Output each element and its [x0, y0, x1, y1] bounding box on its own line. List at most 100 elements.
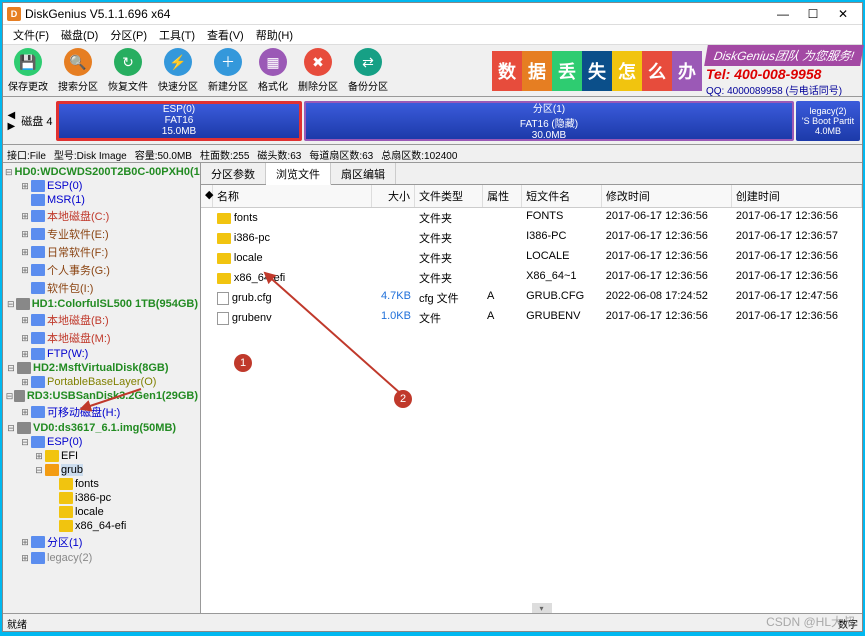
file-size: 1.0KB — [372, 309, 415, 327]
file-size: 4.7KB — [372, 289, 415, 307]
toolbar-btn-4[interactable]: ＋新建分区 — [204, 46, 252, 95]
scroll-hint-icon[interactable]: ▾ — [532, 603, 552, 613]
toolbar-btn-7[interactable]: ⇄备份分区 — [344, 46, 392, 95]
tree-c[interactable]: 本地磁盘(C:) — [47, 208, 109, 224]
maximize-button[interactable]: ☐ — [798, 4, 828, 24]
tree-locale[interactable]: locale — [75, 506, 104, 518]
file-name: i386-pc — [234, 232, 270, 244]
tree-h[interactable]: 可移动磁盘(H:) — [47, 404, 120, 420]
banner-block: 据 — [522, 51, 552, 91]
tree-g[interactable]: 个人事务(G:) — [47, 262, 110, 278]
col-size[interactable]: 大小 — [372, 185, 415, 207]
tab-sector-edit[interactable]: 扇区编辑 — [331, 163, 396, 184]
toolbar-btn-5[interactable]: ▦格式化 — [254, 46, 292, 95]
partition-fz1[interactable]: 分区(1) FAT16 (隐藏) 30.0MB — [304, 101, 794, 141]
file-size — [372, 249, 415, 267]
toolbar-icon: ▦ — [259, 48, 287, 76]
tree-v-esp[interactable]: ESP(0) — [47, 436, 82, 448]
tree-hd1[interactable]: HD1:ColorfulSL500 1TB(954GB) — [32, 298, 198, 310]
toolbar-label: 恢复文件 — [108, 78, 148, 93]
menu-partition[interactable]: 分区(P) — [104, 25, 153, 44]
tab-browse-files[interactable]: 浏览文件 — [266, 163, 331, 185]
toolbar-btn-0[interactable]: 💾保存更改 — [4, 46, 52, 95]
col-type[interactable]: 文件类型 — [415, 185, 483, 207]
col-attr[interactable]: 属性 — [483, 185, 522, 207]
tree-efi[interactable]: EFI — [61, 450, 78, 462]
tree-ftp[interactable]: FTP(W:) — [47, 348, 88, 360]
file-list[interactable]: ◆ 名称 大小 文件类型 属性 短文件名 修改时间 创建时间 fonts文件夹F… — [201, 185, 862, 613]
diskmap-prev[interactable]: ◀ — [8, 110, 16, 121]
tree-msr1[interactable]: MSR(1) — [47, 194, 85, 206]
tree-grub[interactable]: grub — [61, 464, 83, 476]
file-short: LOCALE — [522, 249, 602, 267]
file-row[interactable]: grubenv1.0KB文件AGRUBENV2017-06-17 12:36:5… — [201, 308, 862, 328]
col-mtime[interactable]: 修改时间 — [602, 185, 732, 207]
tree-hd2[interactable]: HD2:MsftVirtualDisk(8GB) — [33, 362, 169, 374]
file-short: GRUBENV — [522, 309, 602, 327]
file-type: cfg 文件 — [415, 289, 483, 307]
tree-hd0[interactable]: HD0:WDCWDS200T2B0C-00PXH0(1863GB — [15, 166, 201, 178]
toolbar-btn-1[interactable]: 🔍搜索分区 — [54, 46, 102, 95]
col-ctime[interactable]: 创建时间 — [732, 185, 862, 207]
content-pane: 分区参数 浏览文件 扇区编辑 ◆ 名称 大小 文件类型 属性 短文件名 修改时间… — [201, 163, 862, 613]
file-type: 文件夹 — [415, 229, 483, 247]
menu-tools[interactable]: 工具(T) — [153, 25, 201, 44]
banner-block: 么 — [642, 51, 672, 91]
file-size — [372, 229, 415, 247]
toolbar-btn-6[interactable]: ✖删除分区 — [294, 46, 342, 95]
file-icon — [217, 292, 229, 305]
file-type: 文件夹 — [415, 209, 483, 227]
tree-b[interactable]: 本地磁盘(B:) — [47, 312, 109, 328]
toolbar-btn-2[interactable]: ↻恢复文件 — [104, 46, 152, 95]
file-row[interactable]: x86_64-efi文件夹X86_64~12017-06-17 12:36:56… — [201, 268, 862, 288]
tree-m[interactable]: 本地磁盘(M:) — [47, 330, 111, 346]
watermark: CSDN @HL大叔 — [766, 613, 855, 630]
tree-esp0[interactable]: ESP(0) — [47, 180, 82, 192]
tree-e[interactable]: 专业软件(E:) — [47, 226, 109, 242]
menu-file[interactable]: 文件(F) — [7, 25, 55, 44]
menu-view[interactable]: 查看(V) — [201, 25, 250, 44]
diskmap-next[interactable]: ▶ — [8, 121, 16, 132]
file-short: FONTS — [522, 209, 602, 227]
partition-legacy[interactable]: legacy(2) 'S Boot Partit 4.0MB — [796, 101, 860, 141]
file-row[interactable]: i386-pc文件夹I386-PC2017-06-17 12:36:562017… — [201, 228, 862, 248]
file-short: GRUB.CFG — [522, 289, 602, 307]
tree-x86[interactable]: x86_64-efi — [75, 520, 126, 532]
close-button[interactable]: ✕ — [828, 4, 858, 24]
file-ctime: 2017-06-17 12:47:56 — [732, 289, 862, 307]
minimize-button[interactable]: — — [768, 4, 798, 24]
col-up[interactable]: ◆ — [201, 185, 213, 207]
banner-block: 数 — [492, 51, 522, 91]
tree-rd3[interactable]: RD3:USBSanDisk3.2Gen1(29GB) — [27, 390, 198, 402]
col-name[interactable]: 名称 — [213, 185, 372, 207]
tree-pbl[interactable]: PortableBaseLayer(O) — [47, 376, 156, 388]
partition-esp[interactable]: ESP(0) FAT16 15.0MB — [56, 101, 302, 141]
menubar: 文件(F) 磁盘(D) 分区(P) 工具(T) 查看(V) 帮助(H) — [3, 25, 862, 45]
file-type: 文件 — [415, 309, 483, 327]
tree-legacy2[interactable]: legacy(2) — [47, 552, 92, 564]
file-mtime: 2017-06-17 12:36:56 — [602, 229, 732, 247]
file-short: X86_64~1 — [522, 269, 602, 287]
disk-tree[interactable]: ⊟HD0:WDCWDS200T2B0C-00PXH0(1863GB ⊞ESP(0… — [3, 163, 201, 613]
tree-i386[interactable]: i386-pc — [75, 492, 111, 504]
file-row[interactable]: fonts文件夹FONTS2017-06-17 12:36:562017-06-… — [201, 208, 862, 228]
tree-fz1[interactable]: 分区(1) — [47, 534, 82, 550]
file-short: I386-PC — [522, 229, 602, 247]
menu-disk[interactable]: 磁盘(D) — [55, 25, 104, 44]
file-row[interactable]: grub.cfg4.7KBcfg 文件AGRUB.CFG2022-06-08 1… — [201, 288, 862, 308]
partition-esp-size: 15.0MB — [162, 126, 196, 137]
file-row[interactable]: locale文件夹LOCALE2017-06-17 12:36:562017-0… — [201, 248, 862, 268]
tree-i[interactable]: 软件包(I:) — [47, 280, 93, 296]
toolbar-btn-3[interactable]: ⚡快速分区 — [154, 46, 202, 95]
tree-fonts[interactable]: fonts — [75, 478, 99, 490]
content-tabs: 分区参数 浏览文件 扇区编辑 — [201, 163, 862, 185]
file-type: 文件夹 — [415, 269, 483, 287]
tab-partition-params[interactable]: 分区参数 — [201, 163, 266, 184]
tree-vd0[interactable]: VD0:ds3617_6.1.img(50MB) — [33, 422, 176, 434]
tree-f[interactable]: 日常软件(F:) — [47, 244, 108, 260]
file-attr: A — [483, 309, 522, 327]
menu-help[interactable]: 帮助(H) — [250, 25, 299, 44]
banner-qq: QQ: 4000089958 (与电话同号) — [706, 82, 862, 97]
col-short[interactable]: 短文件名 — [522, 185, 602, 207]
toolbar-icon: ⚡ — [164, 48, 192, 76]
